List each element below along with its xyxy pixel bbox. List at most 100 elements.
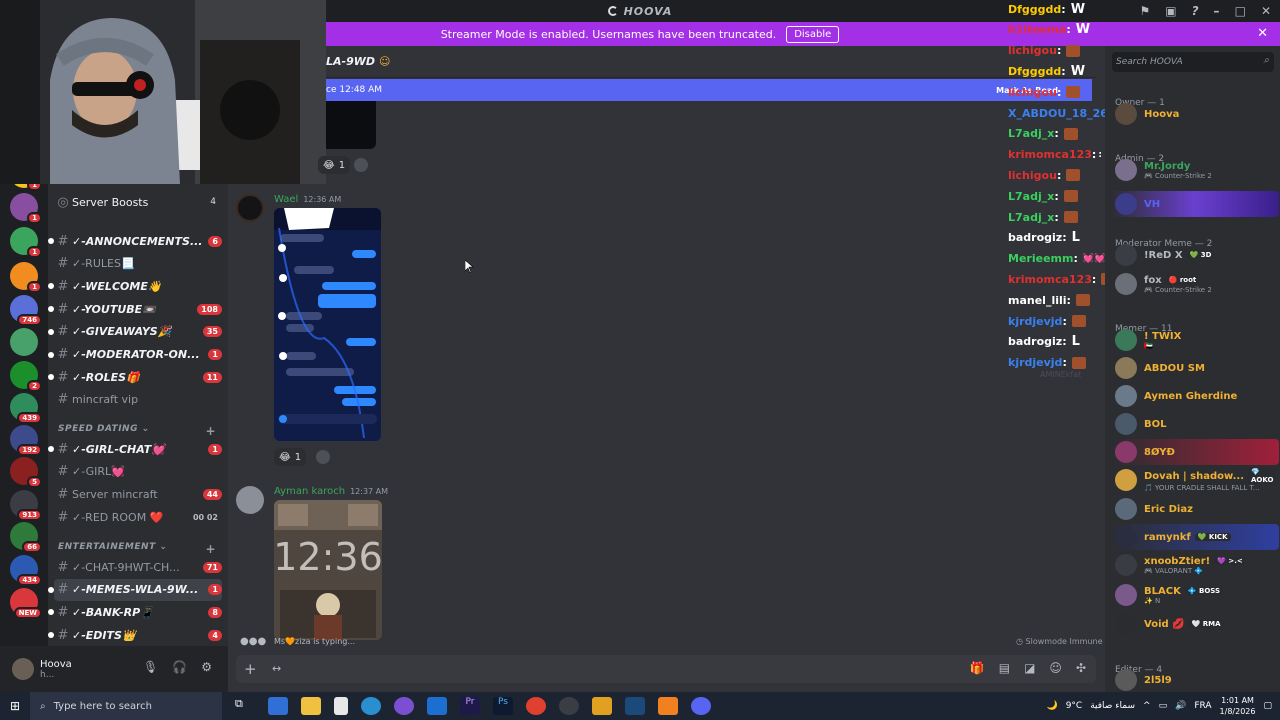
member-item[interactable]: Void 💋 🤍 RMA (1111, 611, 1275, 637)
server-icon[interactable]: 746 (10, 295, 42, 326)
server-icon[interactable]: 2 (10, 361, 42, 392)
channel-item[interactable]: # ✓-MEMES-WLA-9W... 1 (48, 578, 222, 601)
clock[interactable]: 1:01 AM 1/8/2026 (1220, 695, 1256, 717)
channel-server-boosts[interactable]: ◎ Server Boosts 4 (54, 191, 222, 213)
network-icon[interactable]: ▭ (1159, 701, 1168, 711)
member-item[interactable]: ABDOU SM (1111, 355, 1275, 381)
add-reaction-icon[interactable] (354, 158, 368, 172)
member-item[interactable]: Aymen Gherdine (1111, 383, 1275, 409)
settings-gear-icon[interactable]: ⚙ (201, 660, 212, 674)
member-item[interactable]: VH (1111, 191, 1279, 217)
gif-icon[interactable]: ▤ (999, 661, 1010, 675)
app-icon[interactable] (658, 697, 678, 715)
chrome-icon[interactable] (526, 697, 546, 715)
channel-item[interactable]: # ✓-BANK-RP📱 8 (48, 601, 222, 623)
discord-icon[interactable] (691, 697, 711, 715)
task-view-icon[interactable]: ⧉ (235, 697, 255, 715)
add-reaction-icon[interactable] (316, 450, 330, 464)
server-icon[interactable]: 1 (10, 262, 42, 293)
emoji-picker-icon[interactable]: ☺ (1049, 661, 1062, 675)
reaction-pill[interactable]: 😂 1 (318, 156, 351, 174)
gift-icon[interactable]: 🎁 (970, 661, 985, 675)
server-icon[interactable]: 434 (10, 555, 42, 586)
message-author[interactable]: Ayman karoch (274, 486, 345, 497)
outlook-icon[interactable] (427, 697, 447, 715)
server-icon[interactable]: 5 (10, 457, 42, 488)
channel-item[interactable]: # ✓-GIRL-CHAT💓 1 (48, 438, 222, 460)
message-author[interactable]: Wael (274, 194, 298, 205)
close-window-button[interactable]: ✕ (1261, 4, 1272, 18)
headphones-icon[interactable]: 🎧 (172, 660, 187, 674)
server-icon[interactable]: 66 (10, 522, 42, 553)
member-item[interactable]: Dovah | shadow... 💎 AOKO 🎵 YOUR CRADLE SHA… (1111, 467, 1277, 493)
disable-streamer-mode-button[interactable]: Disable (786, 25, 840, 43)
maximize-button[interactable]: □ (1235, 4, 1247, 18)
message-image-chat-screenshot[interactable] (274, 208, 381, 441)
server-icon[interactable]: 1 (10, 193, 42, 224)
obs-icon[interactable] (394, 697, 414, 715)
member-item[interactable]: xnoobZtier! 💜 >.< 🎮 VALORANT 💠 (1111, 552, 1275, 578)
channel-item[interactable]: # ✓-ROLES🎁 11 (48, 366, 222, 388)
channel-item[interactable]: # ✓-RED ROOM ❤️ 00 02 (54, 506, 222, 528)
sticker-icon[interactable]: ◪ (1024, 661, 1035, 675)
channel-item[interactable]: # ✓-EDITS👑 4 (48, 624, 222, 646)
store-icon[interactable] (268, 697, 288, 715)
file-explorer-icon[interactable] (301, 697, 321, 715)
previous-image[interactable] (326, 101, 376, 149)
premiere-icon[interactable]: Pr (460, 697, 480, 715)
member-item[interactable]: fox 🔴 root 🎮 Counter-Strike 2 (1111, 271, 1275, 297)
add-channel-icon[interactable]: + (205, 542, 216, 556)
discord-taskbar-icon[interactable] (559, 697, 579, 715)
channel-item[interactable]: # ✓-YOUTUBE📼 108 (48, 298, 222, 320)
reaction-pill[interactable]: 😂 1 (274, 448, 307, 466)
channel-item[interactable]: # ✓-WELCOME👋 (48, 275, 222, 297)
member-item[interactable]: Eric Diaz (1111, 496, 1275, 522)
channel-item[interactable]: # ✓-CHAT-9HWT-CH... 71 (54, 556, 222, 578)
channel-item[interactable]: # ✓-GIVEAWAYS🎉 35 (48, 321, 222, 343)
category-entertainement[interactable]: ENTERTAINEMENT ⌄ + (58, 542, 222, 556)
server-icon[interactable]: NEW (10, 588, 42, 619)
apps-grid-icon[interactable]: ✣ (1076, 661, 1086, 675)
member-item[interactable]: Hoova (1111, 101, 1275, 127)
start-button[interactable]: ⊞ (0, 699, 30, 713)
server-icon[interactable]: 913 (10, 490, 42, 521)
member-item[interactable]: BLACK 💠 BOSS ✨ N (1111, 582, 1275, 608)
apps-icon[interactable]: ↔ (272, 662, 281, 675)
language-indicator[interactable]: FRA (1194, 701, 1211, 711)
member-item[interactable]: ! TWIX 🇦🇪 (1111, 327, 1275, 353)
screen-share-icon[interactable]: ▣ (1165, 4, 1177, 18)
notepad-icon[interactable] (334, 697, 348, 715)
minimize-button[interactable]: – (1214, 4, 1221, 18)
channel-item[interactable]: # ✓-MODERATOR-ON... 1 (48, 344, 222, 366)
avatar[interactable] (236, 194, 264, 222)
member-item[interactable]: ramynkf 💚 KICK (1111, 524, 1279, 550)
microphone-icon[interactable]: 🎙 (143, 660, 158, 674)
taskbar-search[interactable]: ⌕ Type here to search (30, 692, 222, 720)
server-search-input[interactable]: Search HOOVA ⌕ (1112, 52, 1274, 72)
avatar[interactable] (12, 658, 34, 680)
new-messages-bar[interactable]: ce 12:48 AM Mark As Read (326, 79, 1092, 101)
message-composer[interactable]: + ↔ 🎁 ▤ ◪ ☺ ✣ (236, 655, 1096, 683)
member-item[interactable]: 8ØYÐ (1111, 439, 1279, 465)
member-item[interactable]: 2l5l9 (1111, 667, 1275, 692)
volume-icon[interactable]: 🔊 (1175, 701, 1186, 711)
channel-item[interactable]: # mincraft vip (54, 389, 222, 411)
steam-icon[interactable] (625, 697, 645, 715)
close-banner-icon[interactable]: ✕ (1257, 26, 1268, 41)
channel-item[interactable]: # Server mincraft 44 (54, 483, 222, 505)
channel-item[interactable]: # ✓-ANNONCEMENTS... 6 (48, 230, 222, 252)
member-item[interactable]: !ReD X 💚 3D (1111, 242, 1275, 268)
attach-plus-icon[interactable]: + (244, 660, 257, 678)
server-icon[interactable]: 192 (10, 425, 42, 456)
server-icon[interactable] (10, 328, 38, 356)
category-speed-dating[interactable]: SPEED DATING ⌄ + (58, 424, 222, 438)
help-icon[interactable]: ? (1192, 4, 1200, 18)
channel-item[interactable]: # ✓-RULES📃 (54, 253, 222, 275)
channel-item[interactable]: # ✓-GIRL💓 (54, 461, 222, 483)
avatar[interactable] (236, 486, 264, 514)
notification-icon[interactable]: ▢ (1263, 701, 1272, 711)
edge-icon[interactable] (361, 697, 381, 715)
photoshop-icon[interactable]: Ps (493, 697, 513, 715)
add-channel-icon[interactable]: + (205, 424, 216, 438)
chevron-up-icon[interactable]: ^ (1143, 701, 1151, 711)
